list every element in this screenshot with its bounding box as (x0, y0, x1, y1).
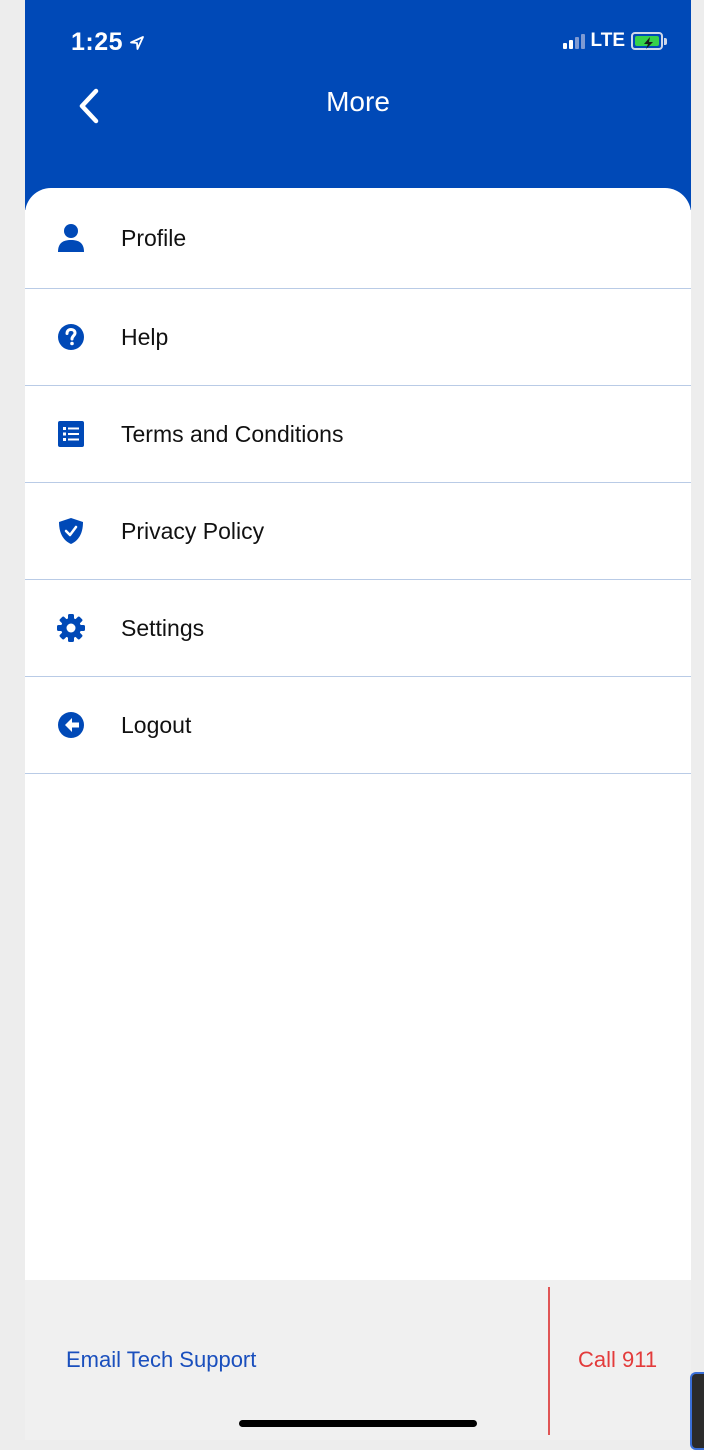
home-indicator (239, 1420, 477, 1427)
header-bar: 1:25 LTE More (25, 0, 691, 210)
footer-bar: Email Tech Support Call 911 (25, 1280, 691, 1440)
menu-item-label: Terms and Conditions (121, 420, 344, 447)
status-time: 1:25 (71, 28, 145, 57)
network-label: LTE (590, 30, 625, 51)
app-screen: 1:25 LTE More Profile Help Terms and Con… (25, 0, 691, 1440)
menu-item-help[interactable]: Help (25, 289, 691, 386)
menu-item-label: Help (121, 323, 169, 350)
menu-list: Profile Help Terms and Conditions Privac… (25, 188, 691, 774)
menu-item-terms[interactable]: Terms and Conditions (25, 386, 691, 483)
menu-item-label: Logout (121, 711, 192, 738)
location-arrow-icon (130, 35, 144, 50)
logout-arrow-icon (25, 711, 121, 739)
menu-item-label: Profile (121, 224, 187, 251)
battery-icon (631, 32, 667, 50)
page-title: More (326, 86, 390, 117)
shield-check-icon (25, 517, 121, 545)
email-tech-support-link[interactable]: Email Tech Support (66, 1347, 256, 1373)
menu-item-settings[interactable]: Settings (25, 580, 691, 677)
call-911-link[interactable]: Call 911 (578, 1347, 657, 1373)
question-circle-icon (25, 323, 121, 351)
status-time-text: 1:25 (71, 28, 124, 56)
status-indicators: LTE (562, 30, 667, 52)
footer-divider (548, 1287, 550, 1435)
side-handle[interactable] (690, 1372, 704, 1450)
gear-icon (25, 613, 121, 643)
menu-item-label: Privacy Policy (121, 517, 265, 544)
signal-icon (562, 33, 587, 49)
person-icon (25, 223, 121, 253)
menu-item-profile[interactable]: Profile (25, 188, 691, 289)
menu-item-logout[interactable]: Logout (25, 677, 691, 774)
list-icon (25, 421, 121, 447)
menu-item-privacy[interactable]: Privacy Policy (25, 483, 691, 580)
menu-item-label: Settings (121, 614, 205, 641)
